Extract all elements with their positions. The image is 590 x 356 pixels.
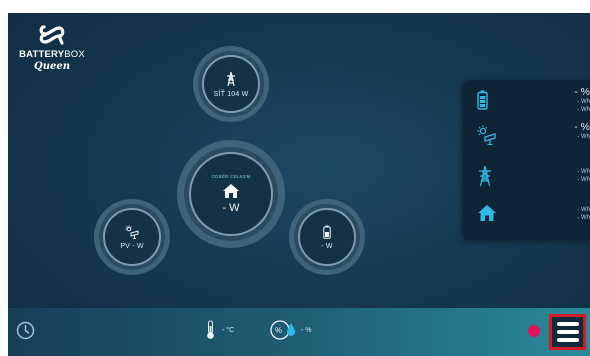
thermometer-icon [207,320,214,339]
battery-icon [477,90,488,110]
battery-box-logo: BATTERYBOX Queen [12,23,92,72]
dashboard-screen: BATTERYBOX Queen SÍŤ 104 W ODBĚR CELKEM … [8,13,590,356]
pv-power-label: PV - W [120,242,144,250]
panel-row-battery: - % - Wh - Wh [463,87,590,119]
grid-power-label: SÍŤ 104 W [213,90,249,98]
power-tower-icon [227,71,235,86]
house-icon [478,205,496,221]
panel-row-home: - Wh - Wh [463,201,590,233]
pv-percent: - % [574,121,590,133]
battery-wh-2: - Wh [577,107,590,113]
battery-icon [323,225,331,239]
panel-row-pv: - % - Wh [463,122,590,154]
status-indicator [528,325,540,337]
logo-mark-icon [39,25,65,45]
hamburger-icon-bar [556,338,579,342]
menu-button[interactable] [549,314,586,350]
battery-node[interactable]: - W [289,199,365,275]
battery-power-label: - W [321,242,333,250]
home-node[interactable]: ODBĚR CELKEM - W [177,140,285,248]
grid-wh-2: - Wh [577,177,590,183]
hamburger-icon-bar [556,330,579,334]
home-wh-2: - Wh [577,215,590,221]
statistics-panel[interactable]: - % - Wh - Wh - % - Wh - Wh - Wh - Wh - … [463,80,590,240]
temperature-value: - °C [222,327,235,334]
grid-node[interactable]: SÍŤ 104 W [193,46,269,122]
hamburger-icon-bar [556,322,579,326]
clock-icon[interactable] [16,321,35,340]
pv-wh-1: - Wh [577,134,590,140]
solar-panel-icon [477,125,496,145]
solar-panel-icon [125,225,139,239]
home-wh-1: - Wh [577,207,590,213]
logo-script: Queen [34,61,70,72]
power-tower-icon [479,165,491,187]
svg-text:%: % [275,326,282,335]
humidity-icon: % [270,320,295,340]
grid-wh-1: - Wh [577,169,590,175]
bottom-bar: - °C % - % [8,308,590,356]
home-total-title: ODBĚR CELKEM [211,174,251,179]
panel-row-grid: - Wh - Wh [463,162,590,194]
battery-percent: - % [574,86,590,98]
house-icon [223,184,239,198]
humidity-value: - % [301,327,312,334]
pv-node[interactable]: PV - W [94,199,170,275]
home-power-value: - W [222,202,240,214]
battery-wh-1: - Wh [577,99,590,105]
